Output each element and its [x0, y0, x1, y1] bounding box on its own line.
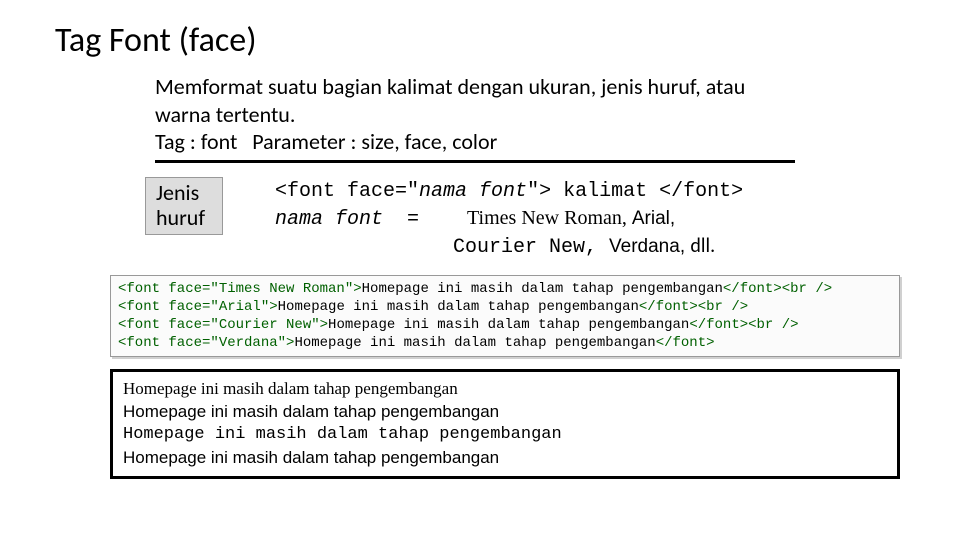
label-line-2: huruf: [156, 205, 212, 230]
code-line: <font face="Arial">Homepage ini masih da…: [118, 298, 892, 316]
syntax-close-tag: "> kalimat </font>: [527, 180, 743, 203]
code-close-tag: </font><br />: [639, 299, 748, 315]
font-example-courier: Courier New,: [453, 236, 609, 259]
syntax-line-2: nama font = Times New Roman, Arial,: [275, 205, 743, 233]
label-line-1: Jenis: [156, 180, 212, 205]
font-example-arial: Arial,: [632, 208, 675, 229]
font-type-label: Jenis huruf: [145, 177, 223, 236]
description-line-2: Tag : font Parameter : size, face, color: [155, 128, 795, 156]
code-line: <font face="Verdana">Homepage ini masih …: [118, 334, 892, 352]
slide-title: Tag Font (face): [55, 20, 905, 61]
output-preview-box: Homepage ini masih dalam tahap pengemban…: [110, 369, 900, 479]
output-line-courier: Homepage ini masih dalam tahap pengemban…: [123, 424, 887, 447]
syntax-block: <font face="nama font"> kalimat </font> …: [275, 177, 743, 261]
syntax-line-3: Courier New, Verdana, dll.: [275, 233, 743, 261]
code-text: Homepage ini masih dalam tahap pengemban…: [294, 335, 655, 351]
code-text: Homepage ini masih dalam tahap pengemban…: [328, 317, 689, 333]
code-example-box: <font face="Times New Roman">Homepage in…: [110, 275, 900, 358]
code-text: Homepage ini masih dalam tahap pengemban…: [362, 281, 723, 297]
code-open-tag: <font face="Times New Roman">: [118, 281, 362, 297]
code-close-tag: </font><br />: [723, 281, 832, 297]
output-line-arial: Homepage ini masih dalam tahap pengemban…: [123, 401, 887, 424]
output-line-tnr: Homepage ini masih dalam tahap pengemban…: [123, 378, 887, 401]
description-block: Memformat suatu bagian kalimat dengan uk…: [155, 73, 795, 163]
code-open-tag: <font face="Verdana">: [118, 335, 294, 351]
code-open-tag: <font face="Courier New">: [118, 317, 328, 333]
code-close-tag: </font><br />: [689, 317, 798, 333]
description-line-1: Memformat suatu bagian kalimat dengan uk…: [155, 73, 795, 128]
syntax-equals: =: [383, 208, 467, 231]
syntax-name-font: nama font: [419, 180, 527, 203]
code-close-tag: </font>: [656, 335, 715, 351]
font-example-tnr: Times New Roman,: [467, 207, 632, 229]
code-open-tag: <font face="Arial">: [118, 299, 278, 315]
syntax-row: Jenis huruf <font face="nama font"> kali…: [145, 177, 905, 261]
output-line-verdana: Homepage ini masih dalam tahap pengemban…: [123, 447, 887, 470]
syntax-line-1: <font face="nama font"> kalimat </font>: [275, 177, 743, 205]
font-example-end: dll.: [690, 234, 715, 258]
code-text: Homepage ini masih dalam tahap pengemban…: [278, 299, 639, 315]
syntax-open-tag: <font face=": [275, 180, 419, 203]
font-example-verdana: Verdana,: [609, 236, 690, 257]
code-line: <font face="Courier New">Homepage ini ma…: [118, 316, 892, 334]
syntax-name-font-2: nama font: [275, 208, 383, 231]
code-line: <font face="Times New Roman">Homepage in…: [118, 280, 892, 298]
